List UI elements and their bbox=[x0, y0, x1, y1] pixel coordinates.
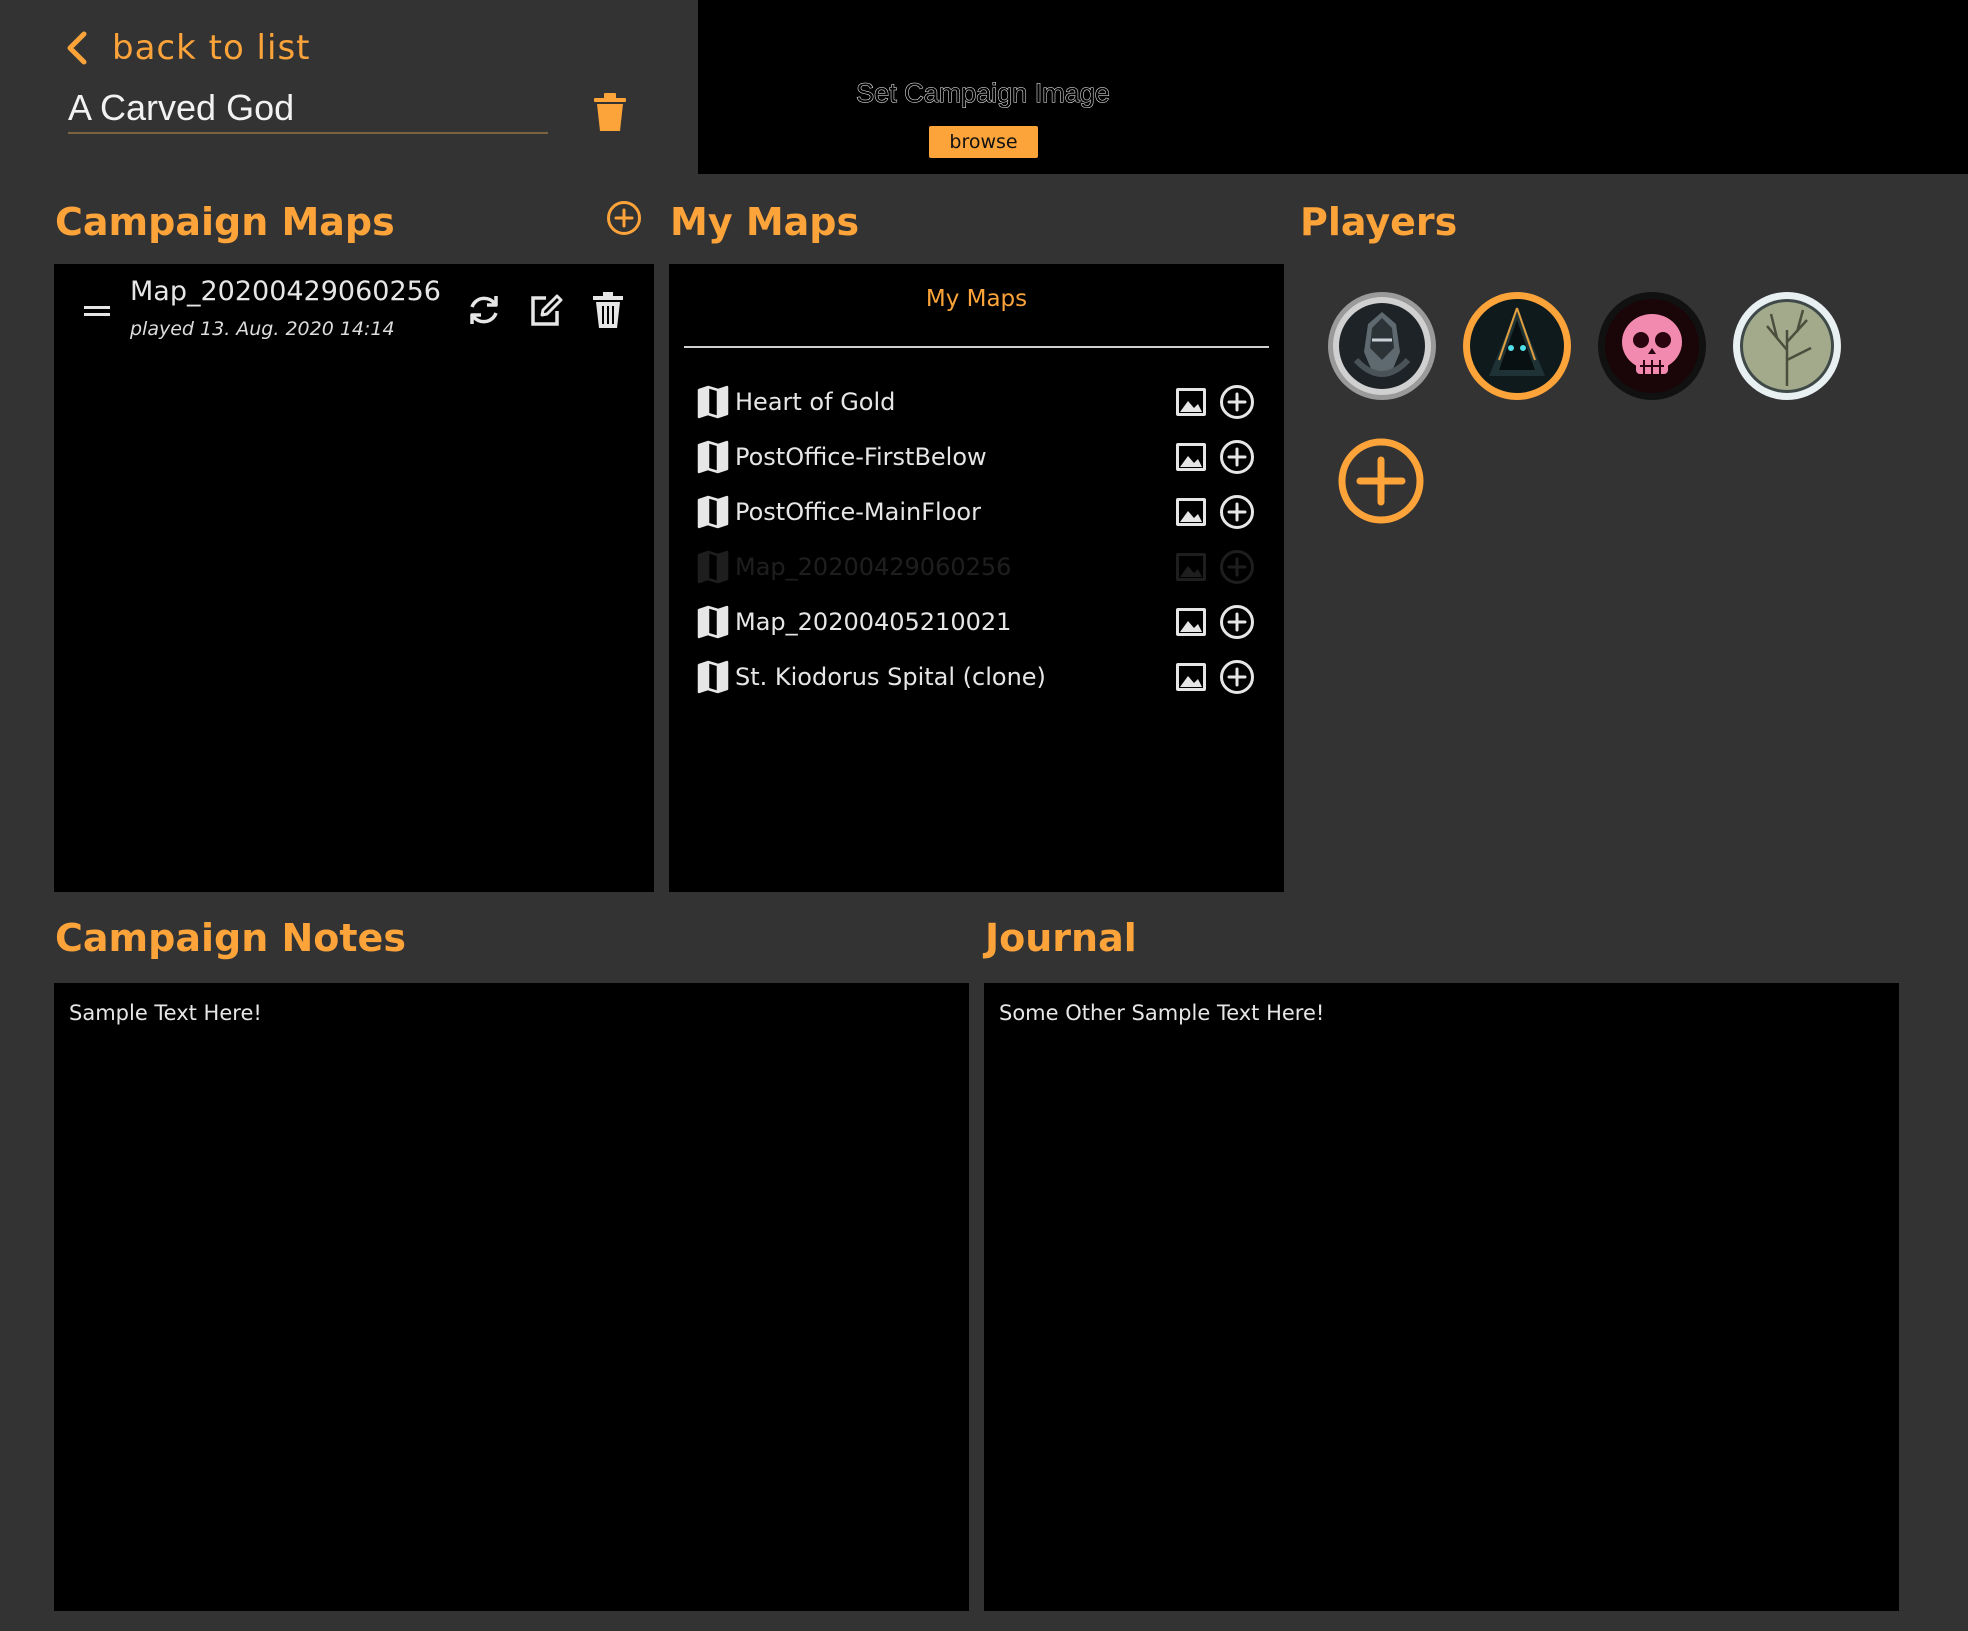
armored-helm-avatar-icon bbox=[1328, 292, 1436, 400]
hooded-figure-avatar-icon bbox=[1463, 292, 1571, 400]
campaign-notes-title: Campaign Notes bbox=[55, 916, 406, 960]
my-map-label: Map_20200405210021 bbox=[735, 608, 1012, 636]
image-icon[interactable] bbox=[1175, 662, 1207, 692]
campaign-notes-text: Sample Text Here! bbox=[69, 1001, 262, 1025]
pink-skull-avatar-icon bbox=[1598, 292, 1706, 400]
campaign-map-played-date: played 13. Aug. 2020 14:14 bbox=[130, 318, 395, 340]
map-icon bbox=[697, 605, 729, 639]
campaign-map-item: Map_20200429060256 played 13. Aug. 2020 … bbox=[54, 264, 654, 354]
my-maps-title: My Maps bbox=[670, 200, 860, 244]
chevron-left-icon bbox=[67, 31, 87, 65]
my-map-label: Heart of Gold bbox=[735, 388, 896, 416]
my-map-label: Map_20200429060256 bbox=[735, 553, 1012, 581]
player-avatar-1[interactable] bbox=[1326, 290, 1438, 402]
map-icon bbox=[697, 660, 729, 694]
delete-map-trash-icon[interactable] bbox=[588, 290, 628, 330]
my-map-item[interactable]: Map_20200405210021 bbox=[697, 600, 1267, 644]
image-icon[interactable] bbox=[1175, 387, 1207, 417]
edit-icon[interactable] bbox=[526, 290, 566, 330]
campaign-maps-panel: Map_20200429060256 played 13. Aug. 2020 … bbox=[54, 264, 654, 892]
tab-my-maps[interactable]: My Maps bbox=[669, 286, 1284, 312]
journal-title: Journal bbox=[985, 916, 1137, 960]
campaign-notes-editor[interactable]: Sample Text Here! bbox=[54, 983, 969, 1611]
map-icon bbox=[697, 495, 729, 529]
my-map-label: St. Kiodorus Spital (clone) bbox=[735, 663, 1046, 691]
add-map-icon[interactable] bbox=[1219, 549, 1255, 585]
my-map-item[interactable]: PostOffice-FirstBelow bbox=[697, 435, 1267, 479]
image-icon[interactable] bbox=[1175, 607, 1207, 637]
my-map-item[interactable]: St. Kiodorus Spital (clone) bbox=[697, 655, 1267, 699]
player-avatar-3[interactable] bbox=[1596, 290, 1708, 402]
browse-button[interactable]: browse bbox=[929, 126, 1038, 158]
my-map-item[interactable]: Map_20200429060256 bbox=[697, 545, 1267, 589]
add-campaign-map-icon[interactable] bbox=[606, 200, 642, 236]
add-map-icon[interactable] bbox=[1219, 659, 1255, 695]
campaign-maps-title: Campaign Maps bbox=[55, 200, 395, 244]
set-campaign-image-label: Set Campaign Image bbox=[856, 78, 1111, 109]
add-map-icon[interactable] bbox=[1219, 604, 1255, 640]
my-map-item[interactable]: Heart of Gold bbox=[697, 380, 1267, 424]
my-map-item[interactable]: PostOffice-MainFloor bbox=[697, 490, 1267, 534]
add-map-icon[interactable] bbox=[1219, 439, 1255, 475]
campaign-image-panel: Set Campaign Image browse bbox=[698, 0, 1968, 174]
journal-text: Some Other Sample Text Here! bbox=[999, 1001, 1325, 1025]
player-avatar-4[interactable] bbox=[1731, 290, 1843, 402]
add-map-icon[interactable] bbox=[1219, 494, 1255, 530]
image-icon[interactable] bbox=[1175, 552, 1207, 582]
delete-campaign-trash-icon[interactable] bbox=[592, 92, 628, 132]
back-to-list-label: back to list bbox=[112, 28, 311, 68]
refresh-icon[interactable] bbox=[464, 290, 504, 330]
tree-sketch-avatar-icon bbox=[1733, 292, 1841, 400]
my-map-label: PostOffice-MainFloor bbox=[735, 498, 981, 526]
drag-handle-icon[interactable] bbox=[84, 304, 110, 318]
journal-editor[interactable]: Some Other Sample Text Here! bbox=[984, 983, 1899, 1611]
back-to-list-link[interactable]: back to list bbox=[62, 22, 311, 74]
image-icon[interactable] bbox=[1175, 497, 1207, 527]
players-title: Players bbox=[1300, 200, 1458, 244]
map-icon bbox=[697, 385, 729, 419]
add-map-icon[interactable] bbox=[1219, 384, 1255, 420]
map-icon bbox=[697, 440, 729, 474]
image-icon[interactable] bbox=[1175, 442, 1207, 472]
tab-underline bbox=[684, 346, 1269, 348]
add-player-icon[interactable] bbox=[1338, 438, 1424, 524]
map-icon bbox=[697, 550, 729, 584]
my-maps-panel: My Maps Heart of Gold PostOffice-FirstBel… bbox=[669, 264, 1284, 892]
player-avatar-2[interactable] bbox=[1461, 290, 1573, 402]
my-map-label: PostOffice-FirstBelow bbox=[735, 443, 987, 471]
campaign-title-input[interactable] bbox=[68, 84, 548, 134]
campaign-map-name: Map_20200429060256 bbox=[130, 276, 441, 307]
